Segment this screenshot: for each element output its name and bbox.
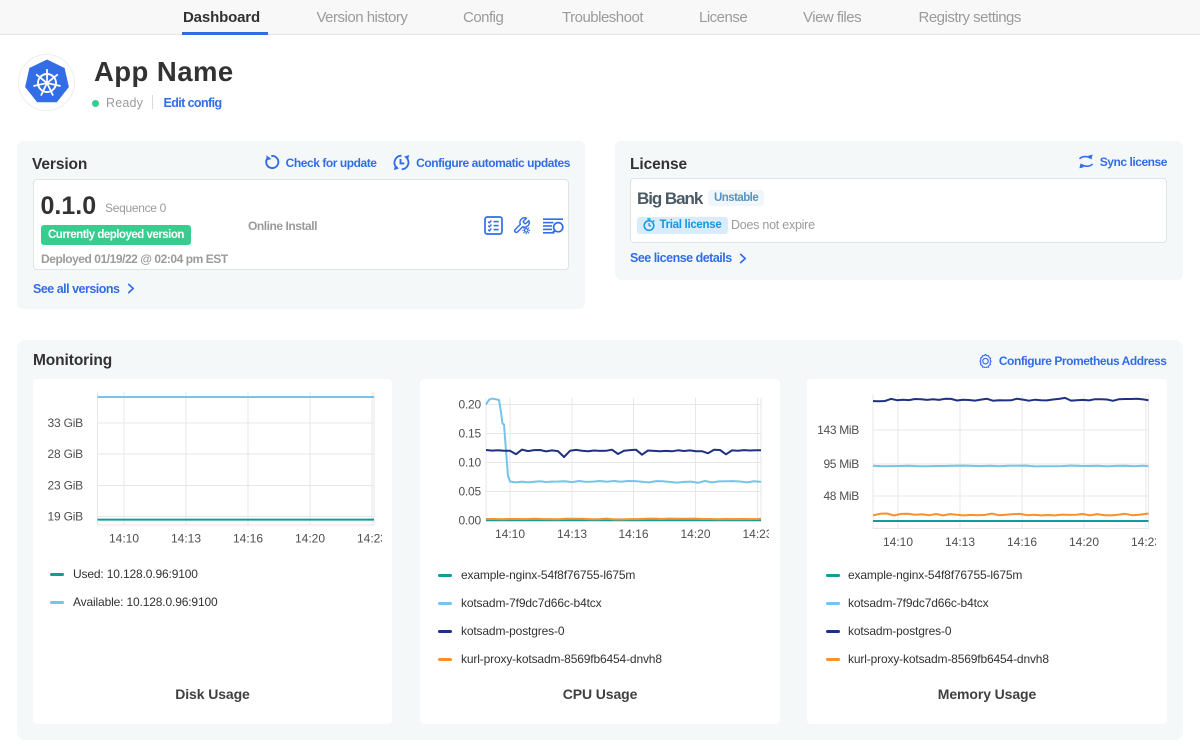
svg-text:14:13: 14:13	[945, 535, 975, 549]
svg-text:23 GiB: 23 GiB	[48, 479, 84, 493]
svg-text:14:20: 14:20	[1069, 535, 1099, 549]
svg-text:33 GiB: 33 GiB	[48, 416, 84, 430]
svg-text:14:23: 14:23	[357, 532, 382, 546]
svg-text:0.05: 0.05	[458, 485, 481, 499]
svg-text:14:20: 14:20	[680, 527, 710, 541]
svg-text:48 MiB: 48 MiB	[823, 489, 859, 503]
svg-text:0.10: 0.10	[458, 456, 481, 470]
svg-text:19 GiB: 19 GiB	[48, 510, 84, 524]
svg-text:28 GiB: 28 GiB	[48, 447, 84, 461]
svg-text:14:20: 14:20	[295, 532, 325, 546]
svg-text:14:23: 14:23	[742, 527, 769, 541]
svg-text:0.00: 0.00	[458, 514, 481, 528]
svg-text:95 MiB: 95 MiB	[823, 457, 859, 471]
svg-text:14:10: 14:10	[883, 535, 913, 549]
svg-text:14:13: 14:13	[557, 527, 587, 541]
svg-text:14:16: 14:16	[233, 532, 263, 546]
svg-text:14:10: 14:10	[109, 532, 139, 546]
svg-text:14:16: 14:16	[618, 527, 648, 541]
svg-text:0.15: 0.15	[458, 427, 481, 441]
svg-text:14:13: 14:13	[171, 532, 201, 546]
svg-text:0.20: 0.20	[458, 398, 481, 412]
svg-text:14:16: 14:16	[1007, 535, 1037, 549]
svg-text:14:23: 14:23	[1131, 535, 1156, 549]
svg-text:14:10: 14:10	[495, 527, 525, 541]
svg-text:143 MiB: 143 MiB	[817, 423, 859, 437]
